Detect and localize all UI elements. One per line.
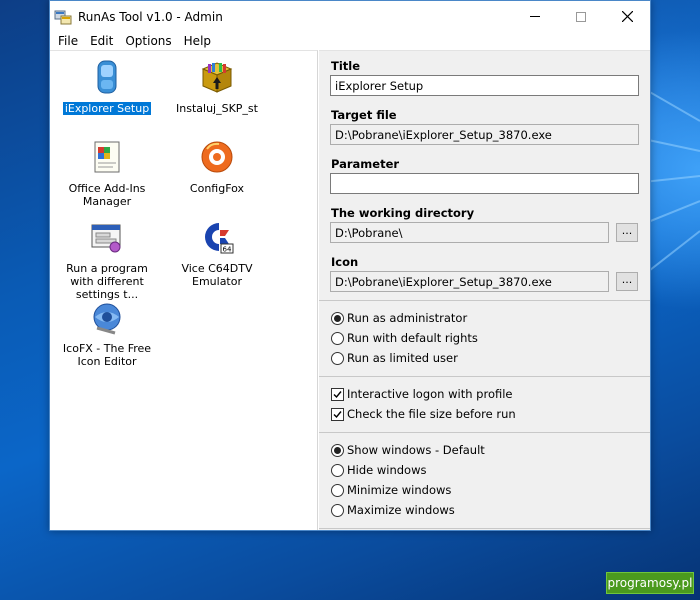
runas-app-icon [54, 10, 72, 24]
menu-bar: File Edit Options Help [50, 32, 650, 50]
option-label: Run with default rights [347, 331, 478, 345]
icon-browse-button[interactable]: ... [616, 272, 638, 291]
package-icon [201, 62, 233, 93]
program-tile-run-program[interactable]: Run a program with different settings t.… [52, 219, 162, 301]
option-label: Interactive logon with profile [347, 387, 513, 401]
radio-minimize-windows[interactable]: Minimize windows [331, 482, 451, 498]
maximize-icon [576, 11, 586, 22]
run-program-icon [91, 224, 121, 253]
separator [319, 528, 650, 529]
working-directory-field[interactable]: D:\Pobrane\ [330, 222, 609, 243]
program-label: iExplorer Setup [62, 102, 152, 115]
radio-button[interactable] [331, 483, 344, 497]
radio-show-windows-default[interactable]: Show windows - Default [331, 442, 485, 458]
checkbox[interactable] [331, 387, 344, 401]
radio-maximize-windows[interactable]: Maximize windows [331, 502, 455, 518]
svg-text:64: 64 [223, 246, 232, 254]
icon-field[interactable]: D:\Pobrane\iExplorer_Setup_3870.exe [330, 271, 609, 292]
separator [319, 376, 650, 377]
option-label: Maximize windows [347, 503, 455, 517]
program-label: ConfigFox [189, 182, 245, 195]
option-label: Check the file size before run [347, 407, 516, 421]
option-label: Run as limited user [347, 351, 458, 365]
watermark: programosy.pl [606, 572, 694, 594]
menu-help[interactable]: Help [178, 34, 217, 48]
icofx-icon [93, 303, 121, 335]
option-label: Run as administrator [347, 311, 468, 325]
program-label: Run a program with different settings t.… [66, 262, 148, 301]
title-input[interactable]: iExplorer Setup [330, 75, 639, 96]
program-tile-icofx[interactable]: IcoFX - The Free Icon Editor [52, 299, 162, 368]
details-panel: Title iExplorer Setup Target file D:\Pob… [319, 50, 650, 530]
checkbox[interactable] [331, 407, 344, 421]
radio-button[interactable] [331, 351, 344, 365]
checkbox-interactive-logon[interactable]: Interactive logon with profile [331, 386, 513, 402]
program-label: IcoFX - The Free Icon Editor [62, 342, 152, 368]
working-directory-browse-button[interactable]: ... [616, 223, 638, 242]
program-list[interactable]: iExplorer Setup Instaluj_SKP_st Office A… [50, 50, 318, 530]
target-file-field[interactable]: D:\Pobrane\iExplorer_Setup_3870.exe [330, 124, 639, 145]
program-label: Instaluj_SKP_st [176, 102, 258, 115]
app-window: RunAs Tool v1.0 - Admin File Edit Option… [49, 0, 651, 531]
radio-button[interactable] [331, 331, 344, 345]
radio-button[interactable] [331, 311, 344, 325]
menu-edit[interactable]: Edit [84, 34, 119, 48]
title-bar[interactable]: RunAs Tool v1.0 - Admin [50, 1, 650, 32]
window-title: RunAs Tool v1.0 - Admin [78, 9, 223, 24]
target-file-label: Target file [331, 108, 397, 122]
iexplorer-icon [97, 60, 117, 94]
title-label: Title [331, 59, 361, 73]
checkmark-icon [333, 390, 342, 398]
minimize-icon [530, 16, 540, 17]
radio-button[interactable] [331, 463, 344, 477]
program-label: Office Add-Ins Manager [68, 182, 146, 208]
radio-run-with-default-rights[interactable]: Run with default rights [331, 330, 478, 346]
option-label: Hide windows [347, 463, 427, 477]
radio-hide-windows[interactable]: Hide windows [331, 462, 427, 478]
program-tile-iexplorer[interactable]: iExplorer Setup [52, 59, 162, 115]
close-icon [621, 11, 633, 22]
maximize-button[interactable] [558, 1, 604, 32]
minimize-button[interactable] [512, 1, 558, 32]
radio-button[interactable] [331, 503, 344, 517]
checkbox-check-file-size[interactable]: Check the file size before run [331, 406, 516, 422]
configfox-icon [201, 141, 233, 173]
program-label: Vice C64DTV Emulator [181, 262, 253, 288]
radio-run-as-administrator[interactable]: Run as administrator [331, 310, 467, 326]
icon-label: Icon [331, 255, 359, 269]
program-tile-office-addins[interactable]: Office Add-Ins Manager [52, 139, 162, 208]
separator [319, 300, 650, 301]
option-label: Minimize windows [347, 483, 452, 497]
commodore-icon: 64 [205, 223, 234, 254]
parameter-input[interactable] [330, 173, 639, 194]
radio-button[interactable] [331, 443, 344, 457]
checkmark-icon [333, 410, 342, 418]
menu-options[interactable]: Options [119, 34, 177, 48]
program-tile-configfox[interactable]: ConfigFox [162, 139, 272, 195]
separator [319, 432, 650, 433]
working-directory-label: The working directory [331, 206, 475, 220]
office-addins-icon [94, 141, 120, 173]
program-tile-instaluj[interactable]: Instaluj_SKP_st [162, 59, 272, 115]
radio-run-as-limited-user[interactable]: Run as limited user [331, 350, 458, 366]
program-tile-vice-c64[interactable]: 64 Vice C64DTV Emulator [162, 219, 272, 288]
option-label: Show windows - Default [347, 443, 485, 457]
menu-file[interactable]: File [52, 34, 84, 48]
close-button[interactable] [604, 1, 650, 32]
parameter-label: Parameter [331, 157, 400, 171]
